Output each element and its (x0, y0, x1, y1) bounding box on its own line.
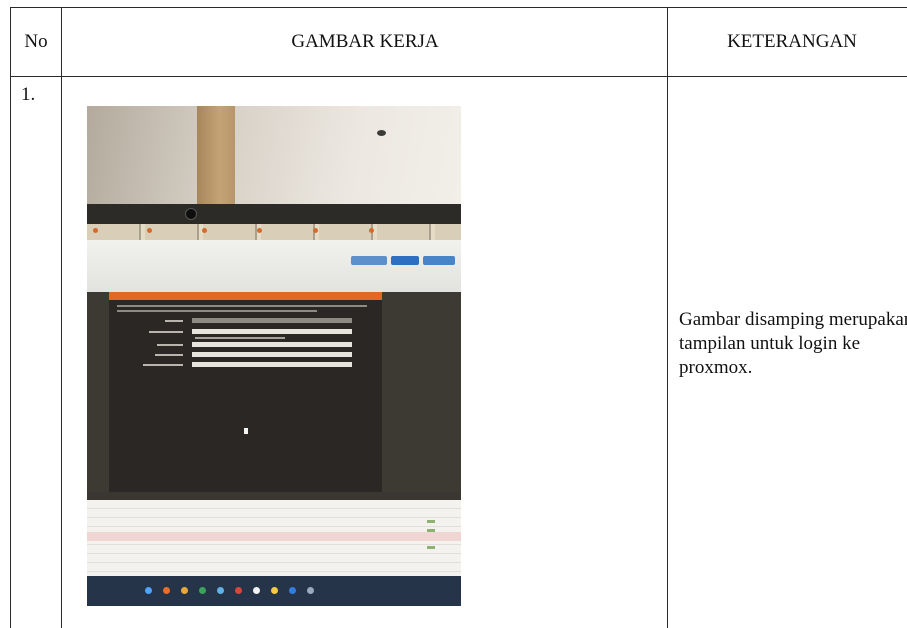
col-divider-2 (667, 8, 668, 628)
col-divider-1 (61, 8, 62, 628)
header-no: No (24, 31, 48, 52)
work-table: No GAMBAR KERJA KETERANGAN 1. Gambar dis… (10, 7, 907, 628)
row-description: Gambar disamping merupakan tampilan untu… (679, 309, 907, 378)
mouse-cursor-icon (244, 428, 248, 434)
work-photo (87, 106, 461, 606)
header-gambar-kerja: GAMBAR KERJA (291, 31, 439, 52)
webcam-icon (185, 208, 197, 220)
header-keterangan: KETERANGAN (727, 31, 857, 52)
row-number: 1. (21, 84, 36, 105)
header-divider (11, 76, 907, 77)
